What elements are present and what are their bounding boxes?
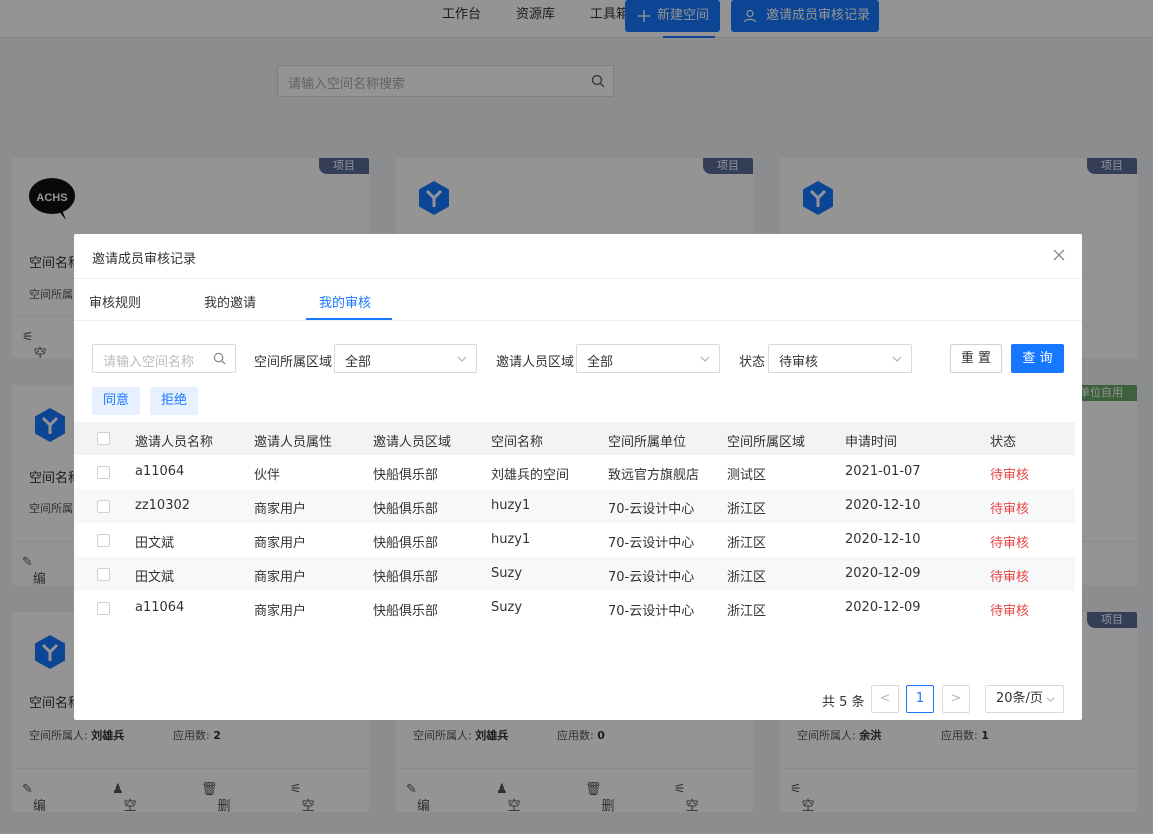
column-header: 空间所属单位 — [608, 435, 687, 450]
chevron-down-icon — [892, 356, 902, 362]
column-header: 空间所属区域 — [727, 435, 806, 450]
space-region-cell: 浙江区 — [727, 604, 767, 619]
reset-button[interactable]: 重 置 — [950, 344, 1002, 373]
space-name-cell: 刘雄兵的空间 — [491, 468, 570, 483]
table-row[interactable]: a11064 商家用户 快船俱乐部 Suzy 70-云设计中心 浙江区 2020… — [74, 591, 1075, 625]
chevron-down-icon — [1046, 697, 1055, 702]
space-unit-cell: 70-云设计中心 — [608, 570, 695, 585]
table-row[interactable]: 田文斌 商家用户 快船俱乐部 Suzy 70-云设计中心 浙江区 2020-12… — [74, 557, 1075, 591]
prev-page-button[interactable]: < — [871, 685, 899, 713]
space-region-cell: 浙江区 — [727, 570, 767, 585]
space-unit-cell: 致远官方旗舰店 — [608, 468, 700, 483]
apply-time-cell: 2021-01-07 — [845, 464, 921, 479]
apply-time-cell: 2020-12-09 — [845, 566, 921, 581]
status-badge: 待审核 — [990, 536, 1030, 551]
invitee-region-filter-value: 全部 — [587, 355, 614, 370]
invitee-name-cell: zz10302 — [135, 498, 191, 513]
query-button[interactable]: 查 询 — [1011, 344, 1064, 373]
space-name-cell: Suzy — [491, 600, 523, 615]
space-name-filter-placeholder: 请输入空间名称 — [103, 355, 195, 370]
space-name-filter-input[interactable]: 请输入空间名称 — [92, 344, 236, 373]
region-filter-value: 全部 — [345, 355, 372, 370]
status-badge: 待审核 — [990, 570, 1030, 585]
modal-header: 邀请成员审核记录 — [74, 234, 1082, 279]
invitee-name-cell: 田文斌 — [135, 536, 175, 551]
row-checkbox[interactable] — [97, 534, 110, 547]
tab-review-rules[interactable]: 审核规则 — [89, 292, 141, 311]
column-header: 邀请人员区域 — [373, 435, 452, 450]
apply-time-cell: 2020-12-09 — [845, 600, 921, 615]
reject-button[interactable]: 拒绝 — [150, 387, 199, 415]
space-region-cell: 测试区 — [727, 468, 767, 483]
row-checkbox[interactable] — [97, 602, 110, 615]
tab-my-reviews[interactable]: 我的审核 — [319, 292, 371, 311]
column-header: 邀请人员名称 — [135, 435, 214, 450]
page-number-button[interactable]: 1 — [906, 685, 934, 713]
invitee-type-cell: 商家用户 — [254, 604, 307, 619]
table-row[interactable]: a11064 伙伴 快船俱乐部 刘雄兵的空间 致远官方旗舰店 测试区 2021-… — [74, 455, 1075, 489]
table-row[interactable]: 田文斌 商家用户 快船俱乐部 huzy1 70-云设计中心 浙江区 2020-1… — [74, 523, 1075, 557]
invitee-name-cell: 田文斌 — [135, 570, 175, 585]
chevron-down-icon — [700, 356, 710, 362]
modal-title: 邀请成员审核记录 — [92, 252, 197, 267]
page-size-select[interactable]: 20条/页 — [985, 685, 1064, 713]
status-filter-select[interactable]: 待审核 — [768, 344, 912, 373]
select-all-checkbox[interactable] — [97, 432, 110, 445]
column-header: 状态 — [990, 435, 1017, 450]
page-size-value: 20条/页 — [996, 691, 1043, 706]
invitee-region-cell: 快船俱乐部 — [373, 604, 439, 619]
space-region-cell: 浙江区 — [727, 502, 767, 517]
region-filter-select[interactable]: 全部 — [334, 344, 477, 373]
status-filter-label: 状态 — [739, 355, 766, 370]
next-page-button[interactable]: > — [942, 685, 970, 713]
search-icon[interactable] — [213, 352, 226, 365]
table-row[interactable]: zz10302 商家用户 快船俱乐部 huzy1 70-云设计中心 浙江区 20… — [74, 489, 1075, 523]
invitee-name-cell: a11064 — [135, 464, 185, 479]
status-filter-value: 待审核 — [779, 355, 819, 370]
space-name-cell: huzy1 — [491, 532, 531, 547]
row-checkbox[interactable] — [97, 568, 110, 581]
tab-my-invites[interactable]: 我的邀请 — [204, 292, 256, 311]
table-header: 邀请人员名称 邀请人员属性 邀请人员区域 空间名称 空间所属单位 空间所属区域 … — [74, 422, 1075, 455]
invitee-region-cell: 快船俱乐部 — [373, 536, 439, 551]
close-icon[interactable] — [1052, 248, 1066, 262]
apply-time-cell: 2020-12-10 — [845, 532, 921, 547]
status-badge: 待审核 — [990, 502, 1030, 517]
status-badge: 待审核 — [990, 604, 1030, 619]
space-name-cell: huzy1 — [491, 498, 531, 513]
space-region-cell: 浙江区 — [727, 536, 767, 551]
column-header: 空间名称 — [491, 435, 544, 450]
chevron-down-icon — [457, 356, 467, 362]
modal-tabs: 审核规则 我的邀请 我的审核 — [74, 279, 1082, 321]
apply-time-cell: 2020-12-10 — [845, 498, 921, 513]
space-unit-cell: 70-云设计中心 — [608, 536, 695, 551]
invitee-region-cell: 快船俱乐部 — [373, 468, 439, 483]
status-badge: 待审核 — [990, 468, 1030, 483]
pagination-total: 共 5 条 — [822, 695, 865, 710]
invitee-region-filter-label: 邀请人员区域 — [496, 355, 575, 370]
active-tab-indicator — [306, 318, 392, 320]
invitee-type-cell: 伙伴 — [254, 468, 281, 483]
column-header: 邀请人员属性 — [254, 435, 333, 450]
invite-review-modal: 邀请成员审核记录 审核规则 我的邀请 我的审核 请输入空间名称 空间所属区域 全… — [74, 234, 1082, 720]
invitee-type-cell: 商家用户 — [254, 570, 307, 585]
row-checkbox[interactable] — [97, 500, 110, 513]
approve-button[interactable]: 同意 — [92, 387, 141, 415]
space-name-cell: Suzy — [491, 566, 523, 581]
region-filter-label: 空间所属区域 — [254, 355, 333, 370]
invitee-region-cell: 快船俱乐部 — [373, 570, 439, 585]
space-unit-cell: 70-云设计中心 — [608, 502, 695, 517]
column-header: 申请时间 — [845, 435, 898, 450]
invitee-type-cell: 商家用户 — [254, 536, 307, 551]
invitee-region-cell: 快船俱乐部 — [373, 502, 439, 517]
invitee-type-cell: 商家用户 — [254, 502, 307, 517]
invitee-region-filter-select[interactable]: 全部 — [576, 344, 720, 373]
row-checkbox[interactable] — [97, 466, 110, 479]
space-unit-cell: 70-云设计中心 — [608, 604, 695, 619]
invitee-name-cell: a11064 — [135, 600, 185, 615]
